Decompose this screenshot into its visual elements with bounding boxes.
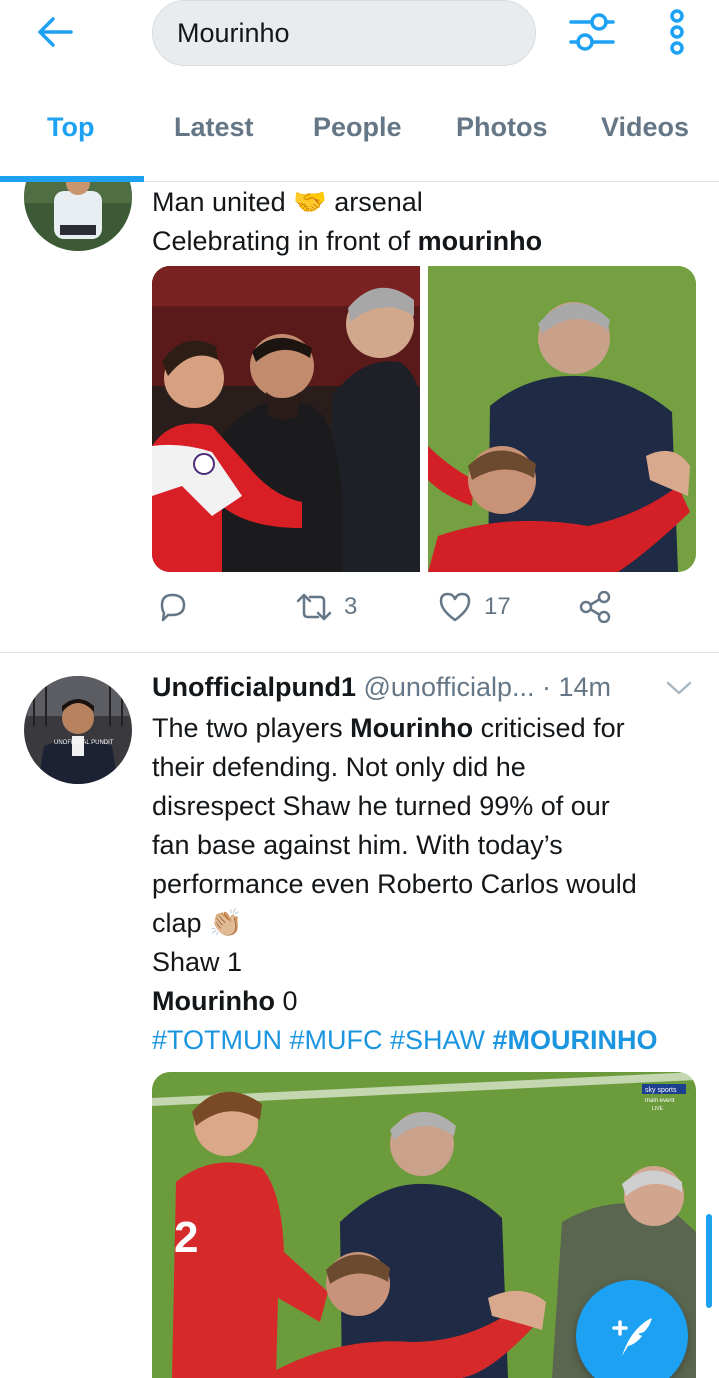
- tweet-menu-button[interactable]: [666, 680, 692, 701]
- search-query: Mourinho: [177, 17, 290, 48]
- broadcast-logo: sky sports: [645, 1087, 677, 1094]
- like-count: 17: [484, 593, 511, 620]
- tab-videos[interactable]: Videos: [601, 112, 689, 143]
- hashtag-links[interactable]: #TOTMUN #MUFC #SHAW #MOURINHO: [152, 1021, 702, 1060]
- like-button[interactable]: 17: [438, 591, 511, 623]
- retweet-button[interactable]: 3: [296, 591, 357, 623]
- tab-top[interactable]: Top: [47, 112, 94, 143]
- tweet-text: Man united 🤝 arsenal Celebrating in fron…: [152, 187, 543, 256]
- svg-text:2: 2: [174, 1213, 198, 1262]
- chevron-down-icon: [666, 681, 692, 695]
- more-vertical-icon: [670, 9, 684, 55]
- scrollbar[interactable]: [706, 1214, 712, 1308]
- tweet-actions: 3 17: [152, 591, 672, 631]
- tweet-header: Unofficialpund1 @unofficialp... · 14m: [152, 672, 611, 703]
- search-header: Mourinho Top Latest People Photos Videos: [0, 0, 719, 182]
- sliders-icon: [569, 13, 615, 51]
- svg-text:LIVE: LIVE: [652, 1106, 664, 1112]
- tab-photos[interactable]: Photos: [456, 112, 548, 143]
- tweet-text: The two players Mourinho criticised for …: [152, 709, 702, 1060]
- reply-button[interactable]: [156, 591, 188, 623]
- tab-people[interactable]: People: [313, 112, 402, 143]
- more-options-button[interactable]: [664, 8, 690, 56]
- avatar-caption: UNOFFICIAL PUNDIT: [54, 740, 114, 746]
- svg-text:main event: main event: [645, 1098, 675, 1104]
- compose-tweet-icon: [612, 1318, 652, 1356]
- tweet-timestamp: · 14m: [534, 672, 612, 702]
- back-button[interactable]: [32, 12, 78, 52]
- author-handle[interactable]: @unofficialp...: [356, 672, 535, 702]
- avatar[interactable]: UNOFFICIAL PUNDIT: [24, 676, 132, 784]
- retweet-count: 3: [344, 593, 358, 620]
- active-tab-indicator: [0, 176, 144, 182]
- search-input[interactable]: Mourinho: [152, 0, 536, 66]
- tab-latest[interactable]: Latest: [174, 112, 254, 143]
- search-filter-button[interactable]: [568, 10, 616, 54]
- author-name[interactable]: Unofficialpund1: [152, 672, 356, 702]
- search-tabs: Top Latest People Photos Videos: [0, 112, 719, 162]
- share-icon: [579, 591, 611, 623]
- heart-icon: [439, 592, 471, 622]
- reply-icon: [160, 593, 186, 622]
- arrow-left-icon: [38, 17, 73, 47]
- retweet-icon: [296, 593, 332, 621]
- tweet-photo-2[interactable]: [428, 266, 696, 572]
- share-button[interactable]: [578, 591, 612, 623]
- tweet-photo-1[interactable]: [152, 266, 420, 572]
- tweet-card[interactable]: Man united 🤝 arsenal Celebrating in fron…: [0, 143, 719, 653]
- tweet-card[interactable]: UNOFFICIAL PUNDIT Unofficialpund1 @unoff…: [0, 654, 719, 1378]
